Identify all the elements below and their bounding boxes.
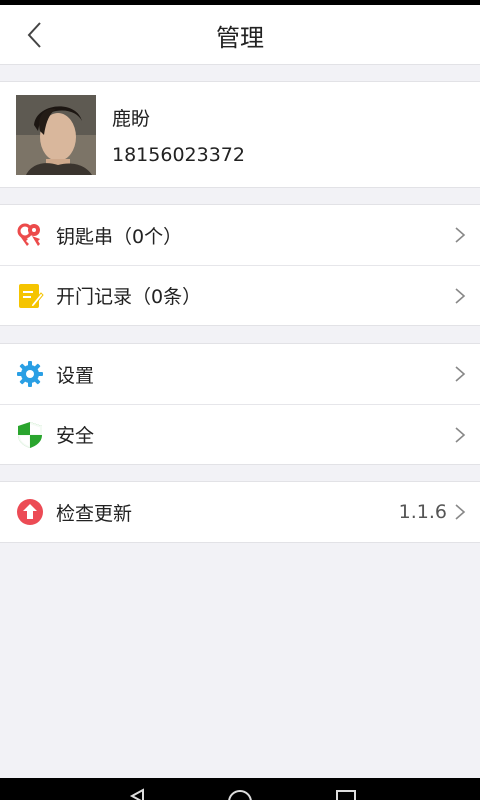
chevron-right-icon [455,288,466,304]
page-title: 管理 [216,23,264,52]
keychain-icon [16,221,44,249]
profile-card[interactable]: 鹿盼 18156023372 [0,81,480,188]
gear-icon [16,360,44,388]
check-update-label: 检查更新 [56,502,133,525]
chevron-right-icon [455,427,466,443]
keychain-label: 钥匙串（0个） [56,225,183,248]
settings-label: 设置 [56,364,95,387]
keychain-item[interactable]: 钥匙串（0个） [0,205,480,265]
notepad-icon [16,282,44,310]
door-record-item[interactable]: 开门记录（0条） [0,265,480,325]
chevron-right-icon [455,366,466,382]
avatar [16,95,96,175]
security-item[interactable]: 安全 [0,404,480,464]
profile-phone: 18156023372 [112,144,245,166]
chevron-right-icon [455,227,466,243]
upload-arrow-icon [16,498,44,526]
profile-name: 鹿盼 [112,108,151,130]
security-label: 安全 [56,425,95,447]
version-value: 1.1.6 [398,501,447,523]
top-bar: 管理 [0,5,480,65]
menu-group-keys: 钥匙串（0个） 开门记录（0条） [0,204,480,326]
nav-back-icon [129,788,144,800]
nav-home-icon [228,790,252,800]
door-record-label: 开门记录（0条） [56,286,202,308]
back-button[interactable] [16,17,52,53]
check-update-item[interactable]: 检查更新 1.1.6 [0,482,480,542]
chevron-right-icon [455,504,466,520]
settings-item[interactable]: 设置 [0,344,480,404]
system-nav-bar [0,778,480,800]
back-chevron-icon [27,22,41,48]
menu-group-settings: 设置 安全 [0,343,480,465]
shield-icon [16,421,44,449]
nav-recent-icon [336,790,356,800]
menu-group-update: 检查更新 1.1.6 [0,481,480,543]
